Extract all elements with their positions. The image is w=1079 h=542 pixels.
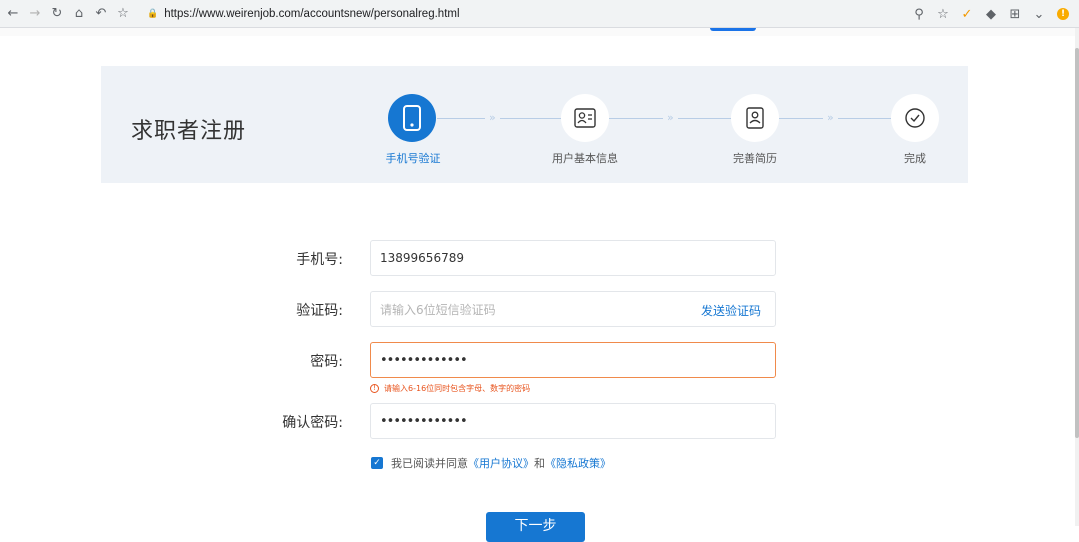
step-label-phone: 手机号验证 [385, 152, 441, 165]
password-value: ••••••••••••• [380, 352, 468, 368]
key-icon[interactable]: ⚲ [907, 3, 931, 25]
code-label: 验证码: [296, 303, 343, 319]
password-label: 密码: [310, 354, 343, 370]
password-error-text: 请输入6-16位同时包含字母、数字的密码 [384, 384, 531, 393]
step-arrow: » [485, 111, 500, 124]
phone-label: 手机号: [296, 252, 343, 268]
phone-icon [403, 105, 421, 131]
registration-steps-banner: 求职者注册 » » » 手机号验证 用户基本信息 完善简历 完成 [101, 66, 968, 183]
agree-and-text: 和 [534, 457, 545, 470]
step-complete [891, 94, 939, 142]
step-arrow: » [663, 111, 678, 124]
undo-icon[interactable]: ↶ [90, 3, 112, 25]
error-icon: ! [370, 384, 379, 393]
verification-code-input[interactable]: 请输入6位短信验证码 发送验证码 [370, 291, 776, 327]
top-strip [0, 28, 1075, 36]
agree-checkbox[interactable]: ✓ [371, 457, 383, 469]
browser-extension-icons: ⚲ ☆ ✓ ◆ ⊞ ⌄ ! [907, 0, 1075, 28]
password-input[interactable]: ••••••••••••• [370, 342, 776, 378]
warning-icon[interactable]: ! [1057, 8, 1069, 20]
bookmark-star-icon[interactable]: ☆ [112, 3, 134, 25]
confirm-password-input[interactable]: ••••••••••••• [370, 403, 776, 439]
warning-badge-wrap: ! [1051, 3, 1075, 25]
extension-flag-icon[interactable]: ✓ [955, 3, 979, 25]
star-icon[interactable]: ☆ [931, 3, 955, 25]
agree-text: 我已阅读并同意 [391, 457, 468, 470]
puzzle-icon[interactable]: ◆ [979, 3, 1003, 25]
step-resume [731, 94, 779, 142]
lock-icon: 🔒 [147, 8, 159, 19]
forward-icon[interactable]: → [24, 3, 46, 25]
agreement-row: ✓ 我已阅读并同意 《用户协议》 和 《隐私政策》 [371, 455, 611, 471]
code-placeholder: 请输入6位短信验证码 [380, 302, 496, 317]
step-label-basic-info: 用户基本信息 [552, 152, 618, 165]
home-icon[interactable]: ⌂ [68, 3, 90, 25]
page: 求职者注册 » » » 手机号验证 用户基本信息 完善简历 完成 手机号: 13… [0, 28, 1075, 542]
send-code-button[interactable]: 发送验证码 [701, 302, 761, 319]
user-card-icon [574, 108, 596, 128]
user-agreement-link[interactable]: 《用户协议》 [468, 455, 534, 471]
password-error: ! 请输入6-16位同时包含字母、数字的密码 [370, 383, 530, 394]
browser-toolbar: ← → ↻ ⌂ ↶ ☆ 🔒 https://www.weirenjob.com/… [0, 0, 1079, 28]
next-step-button[interactable]: 下一步 [486, 512, 585, 542]
nav-buttons: ← → ↻ ⌂ ↶ ☆ [2, 3, 134, 25]
check-circle-icon [905, 108, 925, 128]
privacy-policy-link[interactable]: 《隐私政策》 [545, 455, 611, 471]
confirm-password-label: 确认密码: [282, 415, 343, 431]
step-basic-info [561, 94, 609, 142]
step-label-complete: 完成 [904, 152, 926, 165]
page-title: 求职者注册 [131, 119, 247, 144]
phone-input[interactable]: 13899656789 [370, 240, 776, 276]
scrollbar-thumb[interactable] [1075, 48, 1079, 438]
step-phone-verify [388, 94, 436, 142]
confirm-password-value: ••••••••••••• [380, 413, 468, 429]
phone-value: 13899656789 [380, 251, 464, 265]
url-text: https://www.weirenjob.com/accountsnew/pe… [164, 7, 460, 20]
top-nav-indicator [710, 28, 756, 31]
step-label-resume: 完善简历 [733, 152, 777, 165]
resume-icon [746, 107, 764, 129]
step-arrow: » [823, 111, 838, 124]
back-icon[interactable]: ← [2, 3, 24, 25]
crop-icon[interactable]: ⊞ [1003, 3, 1027, 25]
chevron-down-icon[interactable]: ⌄ [1027, 3, 1051, 25]
address-bar[interactable]: 🔒 https://www.weirenjob.com/accountsnew/… [137, 3, 910, 24]
reload-icon[interactable]: ↻ [46, 3, 68, 25]
